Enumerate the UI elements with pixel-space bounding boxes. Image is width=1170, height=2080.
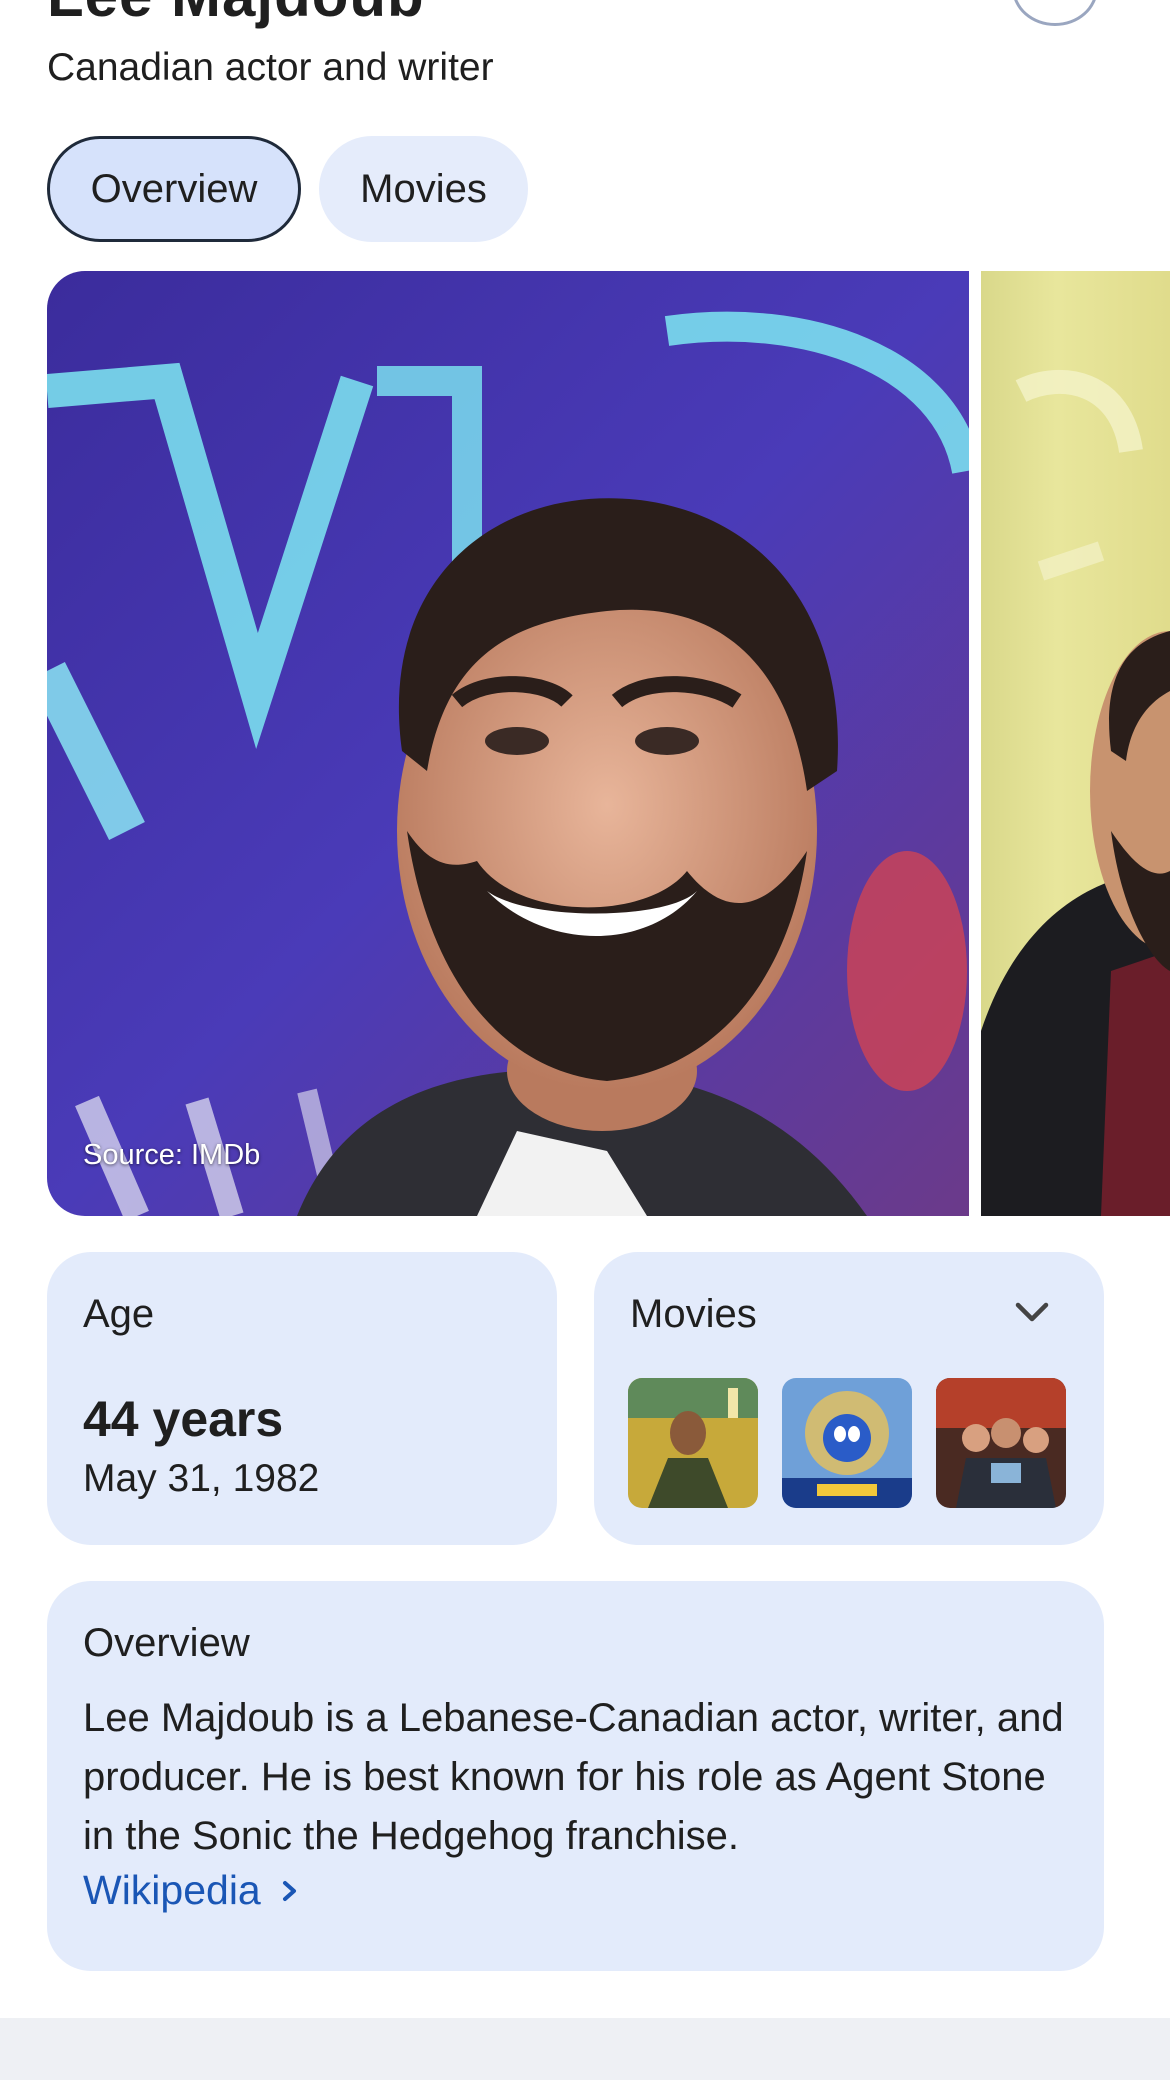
save-button[interactable] xyxy=(1012,0,1098,26)
image-source-label: Source: IMDb xyxy=(83,1139,261,1171)
tab-movies[interactable]: Movies xyxy=(319,136,528,242)
overview-card: Overview Lee Majdoub is a Lebanese-Canad… xyxy=(47,1581,1104,1971)
overview-description: Lee Majdoub is a Lebanese-Canadian actor… xyxy=(83,1696,1064,1858)
section-divider xyxy=(0,2018,1170,2080)
age-card[interactable]: Age 44 years May 31, 1982 xyxy=(47,1252,557,1545)
movie-poster-1[interactable] xyxy=(628,1378,758,1508)
entity-title: Lee Majdoub xyxy=(47,0,425,26)
next-photo[interactable] xyxy=(981,271,1170,1216)
more-options-icon[interactable] xyxy=(930,0,950,10)
age-label: Age xyxy=(83,1292,155,1336)
chevron-right-icon xyxy=(283,1881,297,1901)
portrait-image xyxy=(47,271,969,1216)
birth-date: May 31, 1982 xyxy=(83,1457,320,1500)
chevron-down-icon[interactable] xyxy=(1012,1297,1052,1327)
movie-poster-2[interactable] xyxy=(782,1378,912,1508)
tab-overview[interactable]: Overview xyxy=(47,136,301,242)
age-value: 44 years xyxy=(83,1391,284,1447)
movie-poster-3[interactable] xyxy=(936,1378,1066,1508)
wikipedia-link[interactable]: Wikipedia xyxy=(83,1867,302,1914)
entity-subtitle: Canadian actor and writer xyxy=(47,46,494,89)
overview-label: Overview xyxy=(83,1621,250,1665)
portrait-image-2 xyxy=(981,369,1170,1216)
movies-card[interactable]: Movies xyxy=(594,1252,1104,1545)
knowledge-panel-header: Lee Majdoub Canadian actor and writer xyxy=(0,0,1170,130)
movies-label: Movies xyxy=(630,1292,757,1336)
wikipedia-link-label: Wikipedia xyxy=(83,1867,261,1913)
main-photo[interactable]: Source: IMDb xyxy=(47,271,969,1216)
image-gallery[interactable]: Source: IMDb xyxy=(47,271,1170,1216)
